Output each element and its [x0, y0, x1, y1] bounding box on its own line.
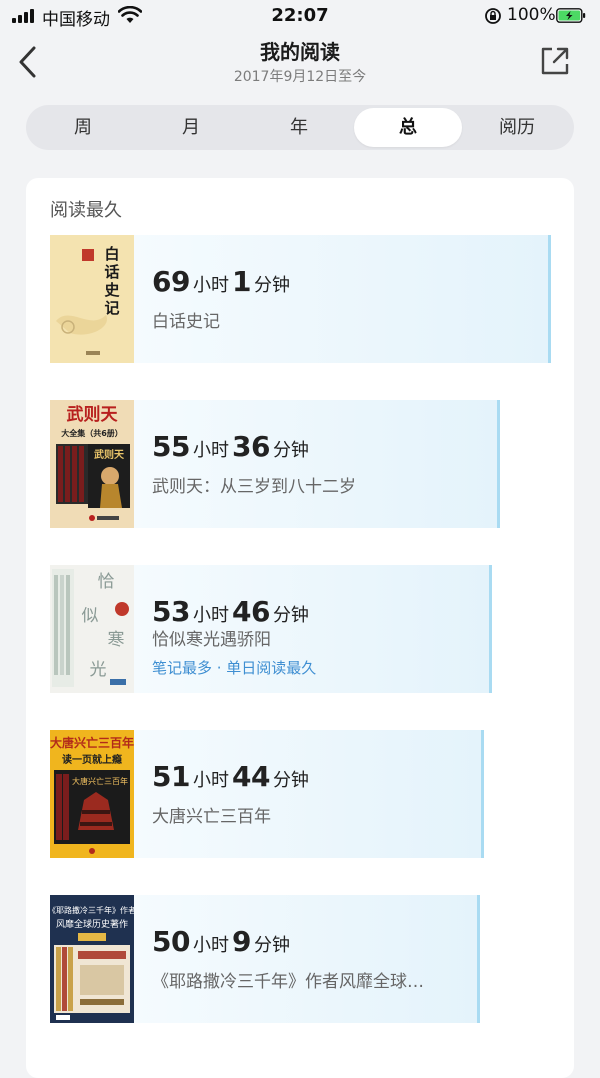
hours-value: 55: [152, 430, 190, 463]
battery-percent: 100%: [507, 5, 556, 25]
page-title: 我的阅读: [260, 40, 340, 64]
reading-time-bar: [134, 235, 551, 363]
hours-unit: 小时: [192, 605, 229, 626]
reading-duration: 53 小时 46 分钟: [152, 595, 312, 628]
hours-value: 69: [152, 265, 190, 298]
book-cover-image: 白 话 史 记: [50, 235, 134, 363]
hours-value: 51: [152, 760, 190, 793]
minutes-value: 36: [231, 430, 270, 463]
svg-text:《耶路撒冷三千年》作者: 《耶路撒冷三千年》作者: [50, 905, 134, 915]
minutes-unit: 分钟: [272, 770, 309, 791]
hours-value: 50: [152, 925, 190, 958]
svg-text:寒: 寒: [108, 630, 125, 650]
svg-text:记: 记: [104, 299, 119, 317]
minutes-unit: 分钟: [253, 935, 290, 956]
book-title: 《耶路撒冷三千年》作者风靡全球…: [152, 972, 424, 992]
svg-text:似: 似: [82, 606, 99, 626]
reading-duration: 51 小时 44 分钟: [152, 760, 312, 793]
status-bar: 中国移动 22:07 100%: [0, 0, 600, 32]
page-subtitle: 2017年9月12日至今: [233, 69, 367, 85]
svg-text:大唐兴亡三百年: 大唐兴亡三百年: [72, 776, 128, 786]
reading-duration: 50 小时 9 分钟: [152, 925, 293, 958]
book-cover-image: 武则天 大全集（共6册） 武则天: [50, 400, 134, 528]
svg-text:白: 白: [104, 245, 119, 263]
minutes-unit: 分钟: [253, 275, 290, 296]
period-tabs: 周 月 年 总 阅历: [26, 105, 574, 150]
svg-text:史: 史: [104, 281, 120, 299]
minutes-unit: 分钟: [272, 605, 309, 626]
svg-text:大全集（共6册）: 大全集（共6册）: [61, 428, 123, 438]
hours-value: 53: [152, 595, 190, 628]
tab-month[interactable]: 月: [138, 105, 244, 150]
book-cover-image: 《耶路撒冷三千年》作者 风靡全球历史著作: [50, 895, 134, 1023]
svg-text:武则天: 武则天: [94, 448, 125, 461]
longest-reading-card: 阅读最久 白 话 史 记 69 小时 1 分钟 白话史记 武则天 大全集（共6册…: [26, 178, 574, 1078]
reading-duration: 55 小时 36 分钟: [152, 430, 312, 463]
book-title: 恰似寒光遇骄阳: [152, 630, 271, 650]
svg-text:光: 光: [90, 660, 107, 680]
minutes-value: 9: [231, 925, 251, 958]
hours-unit: 小时: [192, 935, 229, 956]
book-cover-image: 恰 似 寒 光: [50, 565, 134, 693]
book-title: 武则天：从三岁到八十二岁: [152, 477, 356, 497]
svg-text:风靡全球历史著作: 风靡全球历史著作: [56, 918, 128, 930]
battery-charging-icon: [556, 8, 586, 23]
minutes-value: 44: [231, 760, 270, 793]
tab-reading-history[interactable]: 阅历: [464, 105, 570, 150]
tab-total[interactable]: 总: [354, 108, 462, 147]
rotation-lock-icon: [485, 8, 501, 24]
reading-time-bar: [134, 895, 480, 1023]
hours-unit: 小时: [192, 770, 229, 791]
svg-text:大唐兴亡三百年: 大唐兴亡三百年: [50, 735, 134, 750]
svg-text:读一页就上瘾: 读一页就上瘾: [62, 753, 122, 766]
share-icon[interactable]: [538, 44, 572, 78]
hours-unit: 小时: [192, 275, 229, 296]
book-highlight-tag: 笔记最多 · 单日阅读最久: [152, 659, 317, 677]
hours-unit: 小时: [192, 440, 229, 461]
svg-text:话: 话: [104, 263, 119, 281]
svg-text:武则天: 武则天: [67, 404, 119, 425]
section-title: 阅读最久: [50, 200, 122, 221]
tab-year[interactable]: 年: [246, 105, 352, 150]
reading-time-bar: [134, 400, 500, 528]
svg-text:恰: 恰: [98, 572, 115, 592]
reading-duration: 69 小时 1 分钟: [152, 265, 293, 298]
book-cover-image: 大唐兴亡三百年 读一页就上瘾 大唐兴亡三百年: [50, 730, 134, 858]
minutes-value: 1: [231, 265, 251, 298]
book-title: 白话史记: [152, 312, 220, 332]
reading-time-bar: [134, 730, 484, 858]
book-title: 大唐兴亡三百年: [152, 807, 271, 827]
minutes-unit: 分钟: [272, 440, 309, 461]
tab-week[interactable]: 周: [30, 105, 136, 150]
minutes-value: 46: [231, 595, 270, 628]
